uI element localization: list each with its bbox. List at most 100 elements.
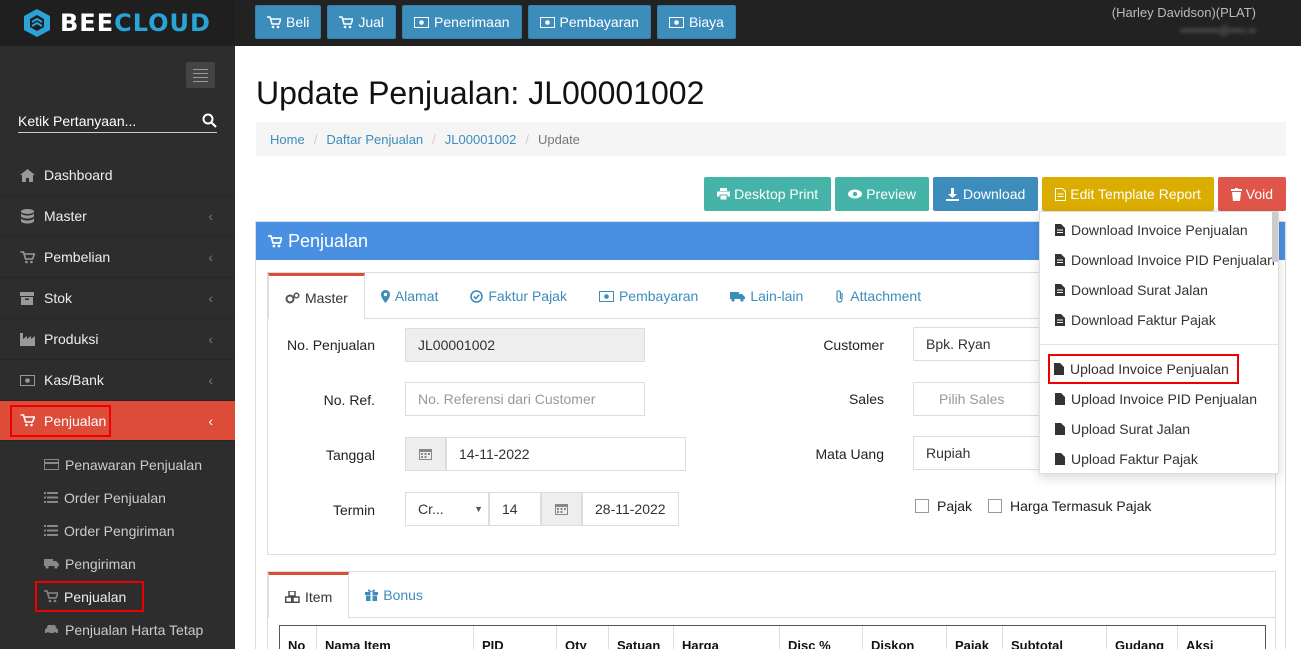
sidebar-subitem-pengiriman[interactable]: Pengiriman	[0, 547, 235, 580]
user-company: (Harley Davidson)(PLAT)	[1111, 5, 1256, 20]
sidebar-item-stok[interactable]: Stok ‹	[0, 278, 235, 319]
termin-type-select[interactable]: Cr... ▼	[405, 492, 489, 526]
sidebar-subitem-order-penjualan[interactable]: Order Penjualan	[0, 481, 235, 514]
breadcrumb: Home / Daftar Penjualan / JL00001002/ Upda…	[256, 122, 1286, 156]
search-placeholder: Ketik Pertanyaan...	[18, 112, 137, 129]
tab-alamat[interactable]: Alamat	[365, 273, 455, 319]
col-satuan: Satuan	[609, 626, 674, 649]
file-icon	[1055, 393, 1065, 405]
menu-item-upload-surat-jalan[interactable]: Upload Surat Jalan	[1040, 414, 1278, 444]
edit-template-report-button[interactable]: Edit Template Report	[1042, 177, 1214, 211]
tab-faktur-pajak[interactable]: Faktur Pajak	[454, 273, 583, 319]
col-pid: PID	[474, 626, 557, 649]
highlight-box	[10, 405, 111, 437]
file-icon	[1055, 224, 1065, 236]
topnav-jual-button[interactable]: Jual	[327, 5, 397, 39]
breadcrumb-daftar-penjualan[interactable]: Daftar Penjualan	[326, 132, 423, 147]
pajak-label: Pajak	[937, 498, 973, 514]
breadcrumb-home[interactable]: Home	[270, 132, 305, 147]
tanggal-input[interactable]: 14-11-2022	[446, 437, 686, 471]
sales-label: Sales	[848, 391, 884, 407]
menu-item-download-surat-jalan[interactable]: Download Surat Jalan	[1040, 275, 1278, 305]
download-dropdown-menu: Download Invoice Penjualan Download Invo…	[1039, 211, 1279, 474]
map-marker-icon	[380, 289, 390, 303]
sidebar-item-kasbank[interactable]: Kas/Bank ‹	[0, 360, 235, 401]
tab-lain-lain[interactable]: Lain-lain	[714, 273, 819, 319]
desktop-print-button[interactable]: Desktop Print	[704, 177, 832, 211]
col-subtotal: Subtotal	[1003, 626, 1107, 649]
harga-termasuk-pajak-checkbox[interactable]	[988, 499, 1002, 513]
factory-icon	[18, 332, 36, 346]
mata-uang-label: Mata Uang	[815, 446, 884, 462]
preview-button[interactable]: Preview	[835, 177, 929, 211]
menu-item-upload-invoice-pid-penjualan[interactable]: Upload Invoice PID Penjualan	[1040, 384, 1278, 414]
col-diskon: Diskon	[863, 626, 947, 649]
menu-item-upload-invoice-penjualan[interactable]: Upload Invoice Penjualan	[1048, 354, 1239, 384]
brand-logo[interactable]: BEECLOUD	[0, 0, 235, 46]
topnav-pembayaran-button[interactable]: Pembayaran	[527, 5, 651, 39]
sidebar-subitem-penjualan-harta-tetap[interactable]: Penjualan Harta Tetap	[0, 613, 235, 646]
topnav-beli-button[interactable]: Beli	[255, 5, 322, 39]
caret-down-icon: ▼	[474, 504, 483, 514]
sidebar-subitem-penawaran-penjualan[interactable]: Penawaran Penjualan	[0, 448, 235, 481]
menu-item-download-faktur-pajak[interactable]: Download Faktur Pajak	[1040, 305, 1278, 335]
sidebar-submenu-penjualan: Penawaran Penjualan Order Penjualan Orde…	[0, 446, 235, 646]
sidebar-item-dashboard[interactable]: Dashboard	[0, 155, 235, 196]
money-icon	[414, 16, 430, 28]
menu-item-download-invoice-pid-penjualan[interactable]: Download Invoice PID Penjualan	[1040, 245, 1278, 275]
calendar-icon[interactable]	[541, 492, 582, 526]
database-icon	[18, 208, 36, 224]
sidebar-search-input[interactable]: Ketik Pertanyaan...	[18, 109, 217, 133]
no-penjualan-field[interactable]: JL00001002	[405, 328, 645, 362]
sidebar-item-pembelian[interactable]: Pembelian ‹	[0, 237, 235, 278]
tab-bonus[interactable]: Bonus	[349, 572, 439, 618]
chevron-left-icon: ‹	[208, 290, 213, 306]
cart-icon	[18, 250, 36, 264]
sales-select[interactable]: Pilih Sales	[913, 382, 1043, 416]
download-icon	[946, 187, 959, 201]
sidebar-item-produksi[interactable]: Produksi ‹	[0, 319, 235, 360]
sidebar-item-penjualan[interactable]: Penjualan ‹	[0, 401, 235, 441]
breadcrumb-record[interactable]: JL00001002	[445, 132, 517, 147]
money-icon	[668, 16, 684, 28]
termin-days-input[interactable]: 14	[489, 492, 541, 526]
menu-item-download-invoice-penjualan[interactable]: Download Invoice Penjualan	[1040, 215, 1278, 245]
item-table-header: No Nama Item PID Qty Satuan Harga Disc %…	[279, 625, 1266, 649]
sidebar-item-master[interactable]: Master ‹	[0, 196, 235, 237]
gears-icon	[285, 291, 300, 304]
dropdown-scrollbar[interactable]	[1272, 212, 1278, 262]
file-icon	[1055, 423, 1065, 435]
sidebar-subitem-order-pengiriman[interactable]: Order Pengiriman	[0, 514, 235, 547]
cubes-icon	[285, 590, 300, 603]
pajak-checkbox[interactable]	[915, 499, 929, 513]
col-no: No	[280, 626, 317, 649]
termin-date-input[interactable]: 28-11-2022	[582, 492, 679, 526]
tab-item[interactable]: Item	[268, 572, 350, 618]
tab-pembayaran[interactable]: Pembayaran	[583, 273, 714, 319]
truck-icon	[730, 291, 746, 302]
menu-item-upload-faktur-pajak[interactable]: Upload Faktur Pajak	[1040, 444, 1278, 474]
check-circle-icon	[470, 289, 484, 303]
sidebar-toggle-button[interactable]	[186, 62, 215, 88]
tab-attachment[interactable]: Attachment	[819, 273, 937, 319]
item-tabs: Item Bonus	[268, 572, 1275, 618]
topnav-penerimaan-button[interactable]: Penerimaan	[402, 5, 522, 39]
file-text-icon	[1055, 187, 1067, 201]
no-ref-label: No. Ref.	[323, 392, 375, 408]
tab-master[interactable]: Master	[268, 273, 365, 319]
chevron-left-icon: ‹	[208, 208, 213, 224]
user-menu[interactable]: (Harley Davidson)(PLAT) ••••••••••@••••.…	[1112, 5, 1256, 37]
mata-uang-select[interactable]: Rupiah	[913, 436, 1043, 470]
topnav-biaya-button[interactable]: Biaya	[656, 5, 736, 39]
print-icon	[717, 188, 731, 200]
void-button[interactable]: Void	[1217, 177, 1286, 211]
calendar-icon[interactable]	[405, 437, 446, 471]
customer-select[interactable]: Bpk. Ryan	[913, 327, 1043, 361]
download-button[interactable]: Download	[933, 177, 1039, 211]
top-navbar: BEECLOUD Beli Jual Penerimaan Pembayaran…	[0, 0, 1301, 46]
sidebar-subitem-penjualan[interactable]: Penjualan	[0, 580, 235, 613]
no-ref-input[interactable]: No. Referensi dari Customer	[405, 382, 645, 416]
tanggal-label: Tanggal	[325, 447, 375, 463]
search-icon[interactable]	[202, 113, 217, 128]
car-icon	[44, 624, 59, 635]
